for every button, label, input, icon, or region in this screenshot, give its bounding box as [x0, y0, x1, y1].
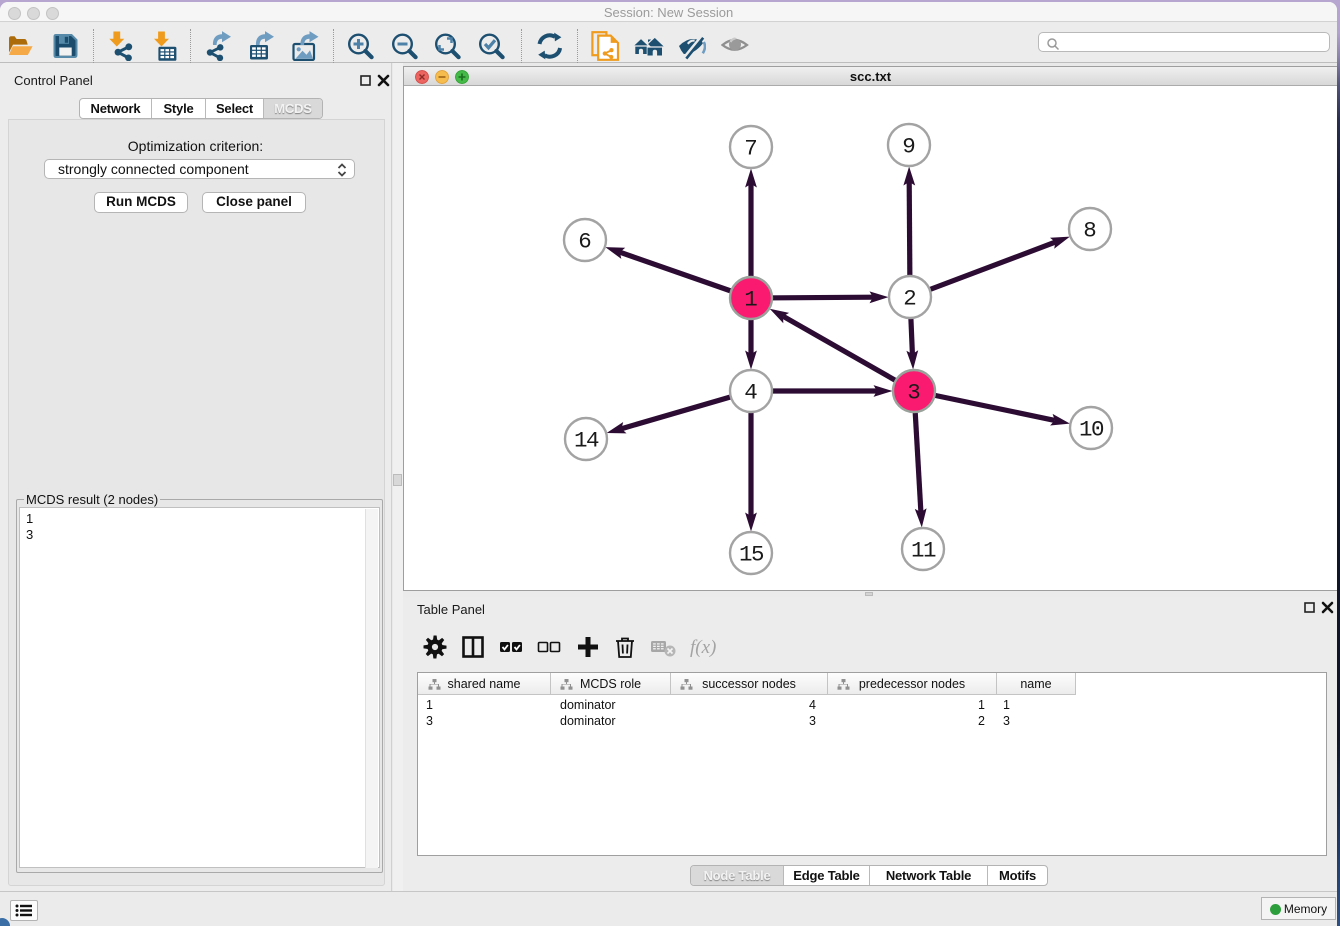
svg-text:3: 3	[907, 380, 921, 406]
svg-text:f(x): f(x)	[690, 637, 716, 658]
svg-text:11: 11	[911, 538, 936, 564]
svg-text:4: 4	[744, 380, 758, 406]
svg-text:2: 2	[903, 286, 917, 312]
svg-text:10: 10	[1079, 417, 1104, 443]
svg-text:8: 8	[1083, 218, 1097, 244]
svg-text:9: 9	[902, 134, 916, 160]
svg-text:15: 15	[739, 542, 764, 568]
svg-text:6: 6	[578, 229, 592, 255]
svg-text:14: 14	[574, 428, 599, 454]
svg-text:1: 1	[744, 287, 758, 313]
svg-text:7: 7	[744, 136, 758, 162]
